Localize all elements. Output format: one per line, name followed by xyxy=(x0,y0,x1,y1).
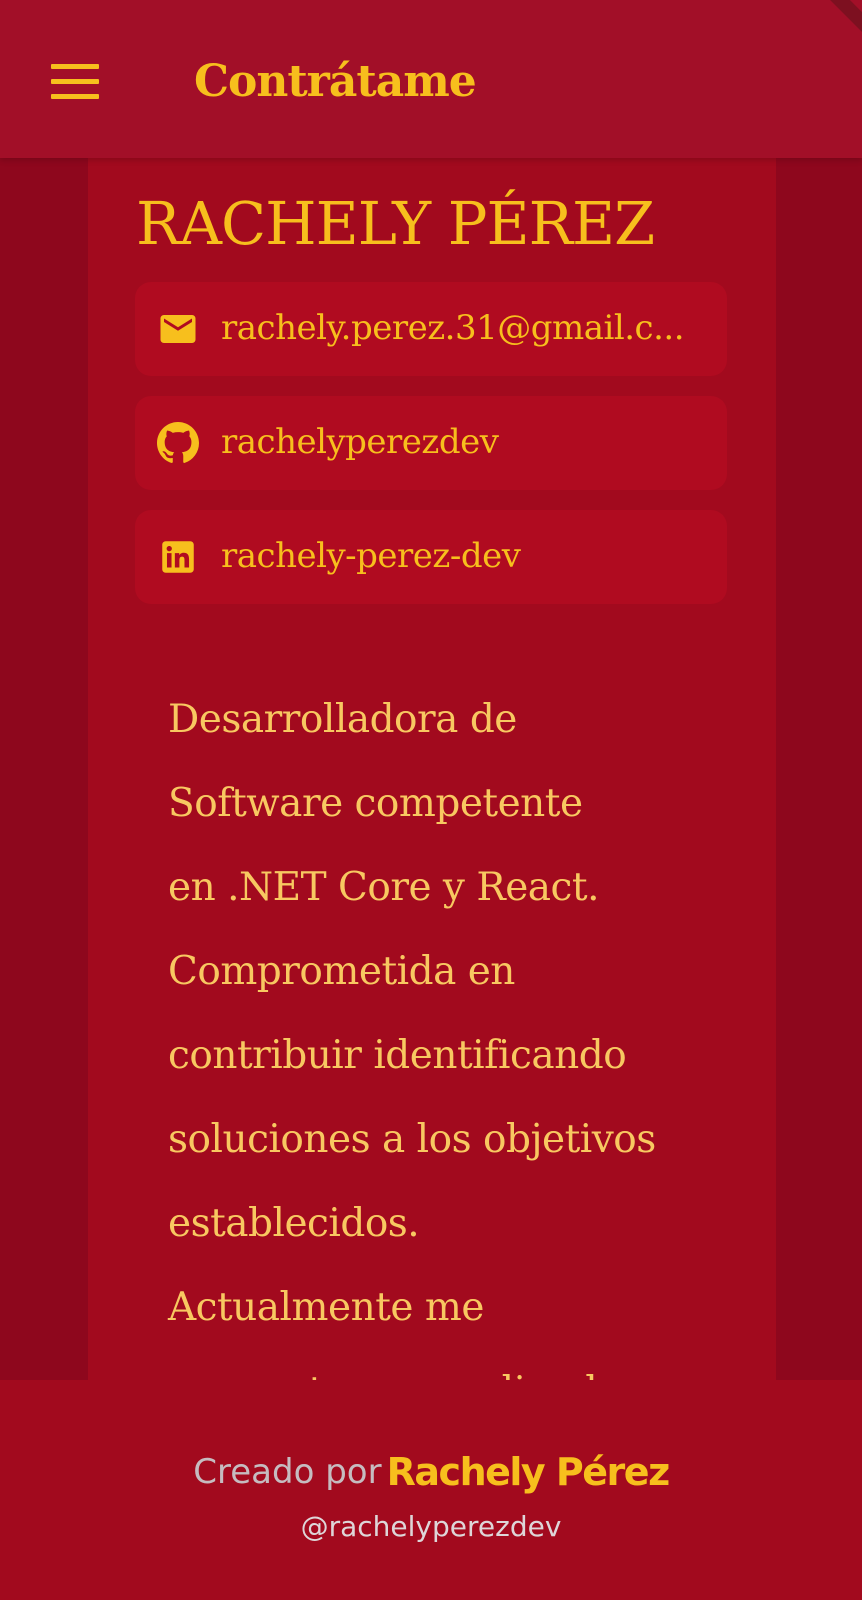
bio-line: establecidos. xyxy=(168,1201,420,1246)
bio-line: Comprometida en xyxy=(168,949,515,994)
profile-card: RACHELY PÉREZ rachely.perez.31@gmail.c..… xyxy=(88,158,776,1380)
hamburger-menu-icon-bar xyxy=(51,79,99,84)
bio-line: Actualmente me xyxy=(168,1285,484,1330)
linkedin-username: rachely-perez-dev xyxy=(221,536,521,576)
github-contact-button[interactable]: rachelyperezdev xyxy=(135,396,727,490)
bio-line: soluciones a los objetivos xyxy=(168,1117,656,1162)
footer-prefix: Creado por xyxy=(193,1452,382,1492)
profile-name: RACHELY PÉREZ xyxy=(136,189,655,258)
bio-line: encuentro aprendiendo xyxy=(168,1350,708,1380)
footer-credit: Creado por Rachely Pérez xyxy=(0,1450,862,1494)
footer-author: Rachely Pérez xyxy=(386,1450,671,1494)
footer: Creado por Rachely Pérez @rachelyperezde… xyxy=(0,1380,862,1600)
linkedin-contact-button[interactable]: rachely-perez-dev xyxy=(135,510,727,604)
footer-handle: @rachelyperezdev xyxy=(300,1510,562,1543)
bio-text: Desarrolladora de Software competente en… xyxy=(168,678,708,1380)
email-contact-button[interactable]: rachely.perez.31@gmail.c... xyxy=(135,282,727,376)
hamburger-menu-button[interactable] xyxy=(48,62,102,102)
hamburger-menu-icon xyxy=(51,64,99,69)
bio-line: Software competente xyxy=(168,781,583,826)
app-title: Contrátame xyxy=(194,56,477,107)
github-icon xyxy=(157,422,199,464)
hamburger-menu-icon-bar xyxy=(51,94,99,99)
email-address: rachely.perez.31@gmail.c... xyxy=(221,308,685,348)
app-bar: Contrátame xyxy=(0,0,862,158)
debug-banner xyxy=(793,0,862,41)
bio-line: contribuir identificando xyxy=(168,1033,627,1078)
github-username: rachelyperezdev xyxy=(221,422,499,462)
bio-line: Desarrolladora de xyxy=(168,697,517,742)
linkedin-icon xyxy=(157,536,199,578)
bio-line: en .NET Core y React. xyxy=(168,865,599,910)
email-icon xyxy=(157,308,199,350)
